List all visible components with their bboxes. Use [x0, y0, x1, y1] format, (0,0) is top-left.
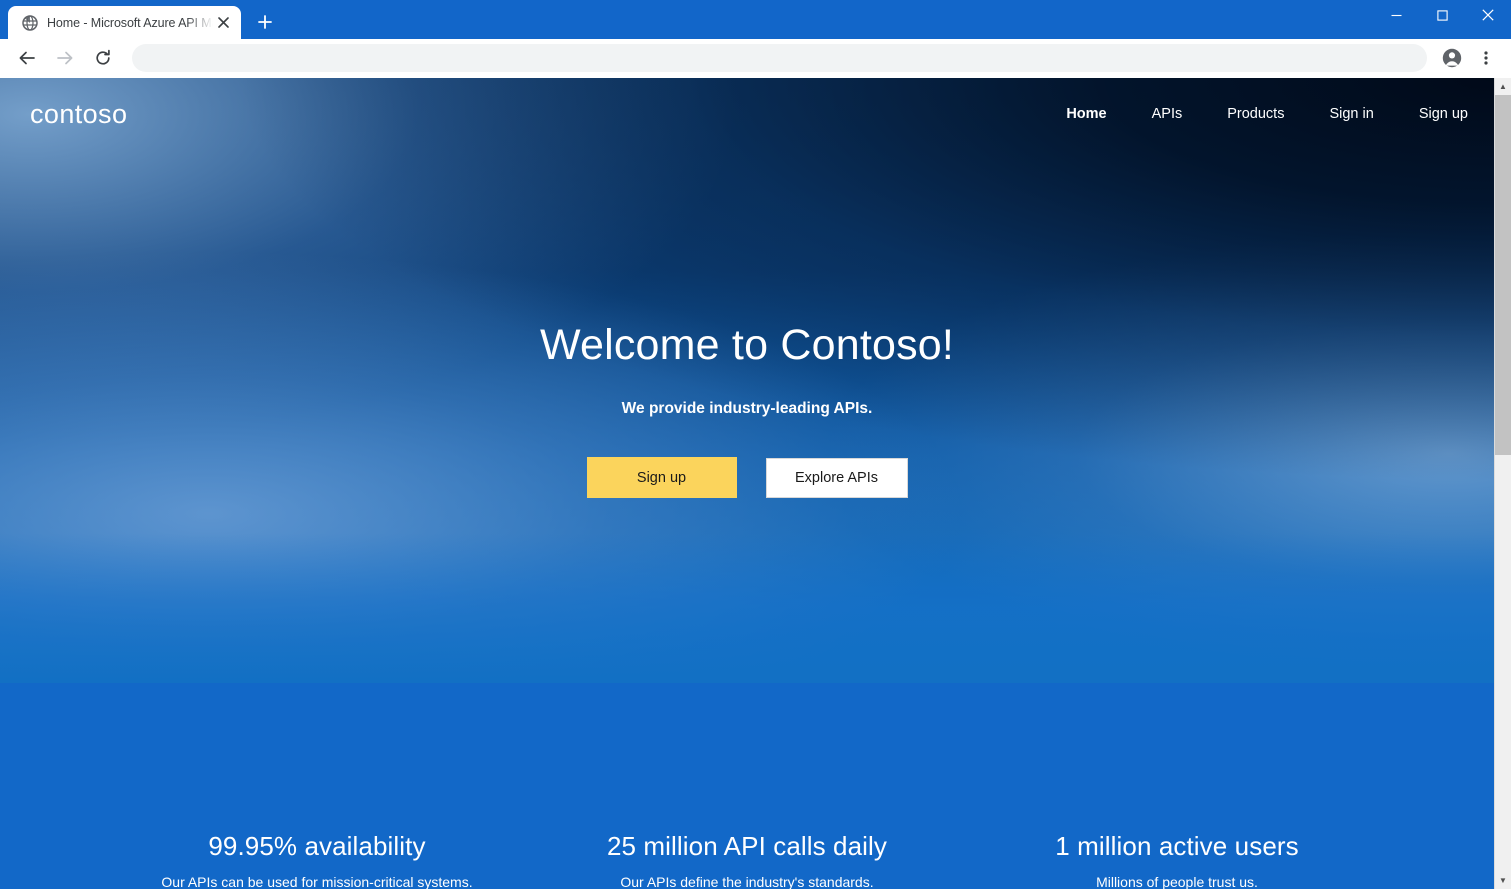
browser-menu-icon[interactable]	[1472, 44, 1500, 72]
hero-actions: Sign up Explore APIs	[0, 457, 1494, 499]
nav-item-home[interactable]: Home	[1066, 100, 1106, 128]
scroll-up-button[interactable]: ▲	[1495, 78, 1511, 95]
brand-logo[interactable]: contoso	[30, 100, 127, 128]
globe-icon	[22, 14, 38, 31]
stat-description: Our APIs can be used for mission-critica…	[161, 873, 473, 889]
nav-item-sign-up[interactable]: Sign up	[1419, 100, 1468, 128]
maximize-button[interactable]	[1419, 0, 1465, 30]
scroll-down-button[interactable]: ▼	[1495, 872, 1511, 889]
stat-description: Millions of people trust us.	[1096, 873, 1258, 889]
contoso-developer-portal: contoso Home APIs Products Sign in Sign …	[0, 78, 1494, 889]
stat-active-users: 1 million active users Millions of peopl…	[962, 830, 1392, 889]
window-close-button[interactable]	[1465, 0, 1511, 30]
browser-tab[interactable]: Home - Microsoft Azure API Man	[8, 6, 241, 39]
main-navigation: Home APIs Products Sign in Sign up	[1066, 100, 1468, 128]
stat-value: 99.95% availability	[208, 831, 426, 861]
nav-item-sign-in[interactable]: Sign in	[1329, 100, 1373, 128]
stat-description: Our APIs define the industry's standards…	[620, 873, 874, 889]
nav-item-products[interactable]: Products	[1227, 100, 1284, 128]
vertical-scrollbar[interactable]: ▲ ▼	[1494, 78, 1511, 889]
scrollbar-track[interactable]	[1495, 95, 1511, 872]
minimize-button[interactable]	[1373, 0, 1419, 30]
profile-icon[interactable]	[1438, 44, 1466, 72]
forward-icon[interactable]	[50, 43, 80, 73]
window-controls	[1373, 0, 1511, 39]
tab-strip: Home - Microsoft Azure API Man	[0, 0, 1511, 39]
site-header: contoso Home APIs Products Sign in Sign …	[0, 78, 1494, 150]
tab-title: Home - Microsoft Azure API Man	[47, 15, 213, 30]
scroll-up-arrow-icon: ▲	[1499, 81, 1507, 91]
reload-icon[interactable]	[88, 43, 118, 73]
stat-value: 1 million active users	[1055, 831, 1299, 861]
browser-window: Home - Microsoft Azure API Man contoso H…	[0, 0, 1511, 889]
stat-value: 25 million API calls daily	[606, 831, 888, 861]
new-tab-button[interactable]	[251, 8, 279, 36]
back-icon[interactable]	[12, 43, 42, 73]
stat-availability: 99.95% availability Our APIs can be used…	[102, 830, 532, 889]
browser-toolbar	[0, 39, 1511, 78]
page-viewport: contoso Home APIs Products Sign in Sign …	[0, 78, 1511, 889]
stats-band: 99.95% availability Our APIs can be used…	[0, 830, 1494, 889]
close-icon[interactable]	[213, 13, 233, 33]
scrollbar-thumb[interactable]	[1495, 95, 1511, 455]
hero-subtitle: We provide industry-leading APIs.	[621, 400, 873, 418]
address-bar[interactable]	[132, 44, 1427, 72]
hero-title: Welcome to Contoso!	[539, 321, 955, 369]
sign-up-button[interactable]: Sign up	[586, 457, 737, 499]
stat-api-calls: 25 million API calls daily Our APIs defi…	[532, 830, 962, 889]
scroll-down-arrow-icon: ▼	[1499, 875, 1507, 885]
nav-item-apis[interactable]: APIs	[1152, 100, 1183, 128]
explore-apis-button[interactable]: Explore APIs	[765, 458, 908, 499]
